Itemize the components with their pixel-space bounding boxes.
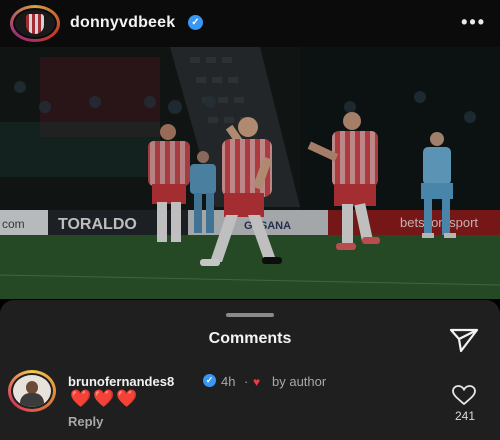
match-photo-illustration: com TORALDO GESANA betsson sport <box>0 47 500 299</box>
commenter-avatar[interactable] <box>8 370 56 412</box>
comments-title: Comments <box>208 330 292 347</box>
liked-by-author-heart-icon: ♥ <box>253 375 261 389</box>
author-avatar[interactable] <box>10 5 60 42</box>
heart-icon[interactable] <box>452 385 476 405</box>
author-username[interactable]: donnyvdbeek <box>70 14 175 32</box>
club-crest-icon <box>26 13 44 34</box>
comment-like-count: 241 <box>454 409 476 423</box>
post-photo[interactable]: com TORALDO GESANA betsson sport <box>0 47 500 299</box>
verified-badge-icon: ✓ <box>188 15 203 30</box>
send-icon[interactable] <box>449 327 479 353</box>
post-header: donnyvdbeek ✓ ••• <box>0 0 500 47</box>
comment-text: ❤️❤️❤️ <box>70 389 140 408</box>
sheet-drag-handle[interactable] <box>226 313 274 317</box>
more-options-icon[interactable]: ••• <box>461 12 486 33</box>
separator-dot: · <box>244 374 249 389</box>
liked-by-author-label: by author <box>272 374 327 389</box>
commenter-username[interactable]: brunofernandes8 <box>68 374 174 389</box>
comment-timestamp: 4h <box>221 374 236 389</box>
verified-badge-icon: ✓ <box>203 374 216 387</box>
reply-button[interactable]: Reply <box>68 414 103 429</box>
